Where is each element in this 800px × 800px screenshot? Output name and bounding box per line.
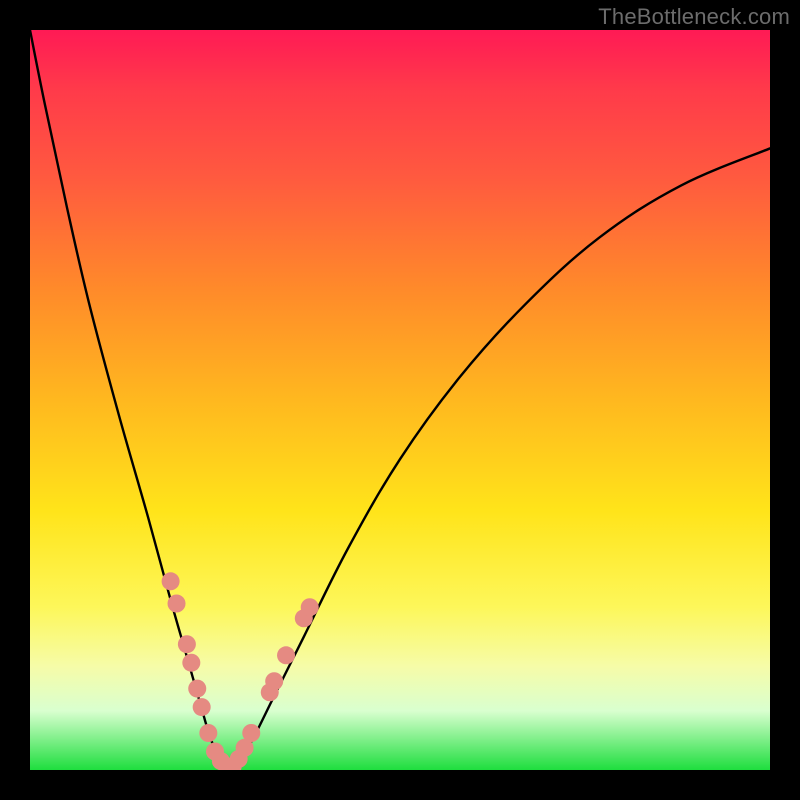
highlight-dot — [182, 654, 200, 672]
highlight-dot — [178, 635, 196, 653]
highlight-dot — [301, 598, 319, 616]
highlight-dot — [188, 680, 206, 698]
highlight-dot — [162, 572, 180, 590]
highlight-dots — [162, 572, 319, 770]
plot-area — [30, 30, 770, 770]
highlight-dot — [265, 672, 283, 690]
bottleneck-curve — [30, 30, 770, 769]
highlight-dot — [199, 724, 217, 742]
curve-svg — [30, 30, 770, 770]
watermark-text: TheBottleneck.com — [598, 4, 790, 30]
chart-frame: TheBottleneck.com — [0, 0, 800, 800]
highlight-dot — [277, 646, 295, 664]
highlight-dot — [193, 698, 211, 716]
highlight-dot — [242, 724, 260, 742]
highlight-dot — [168, 595, 186, 613]
